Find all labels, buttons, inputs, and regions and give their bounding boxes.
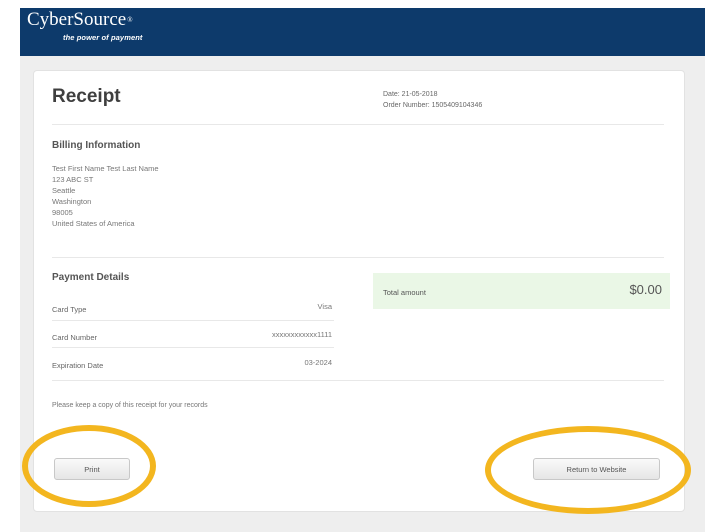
- receipt-note: Please keep a copy of this receipt for y…: [52, 402, 208, 409]
- receipt-date: Date: 21-05-2018: [383, 91, 438, 98]
- payment-title: Payment Details: [52, 272, 130, 283]
- expiration-label: Expiration Date: [52, 361, 104, 370]
- divider: [52, 124, 664, 125]
- billing-line: 98005: [52, 208, 73, 217]
- expiration-value: 03-2024: [304, 358, 332, 367]
- total-amount: $0.00: [629, 282, 662, 297]
- brand-registered-mark: ®: [127, 16, 133, 24]
- brand-tagline: the power of payment: [63, 33, 143, 42]
- page-title: Receipt: [52, 86, 121, 107]
- billing-line: United States of America: [52, 219, 135, 228]
- billing-line: Washington: [52, 197, 92, 206]
- card-number-label: Card Number: [52, 333, 98, 342]
- total-label: Total amount: [383, 288, 426, 297]
- total-amount-box: Total amount $0.00: [373, 273, 670, 309]
- billing-line: 123 ABC ST: [52, 175, 94, 184]
- billing-line: Seattle: [52, 186, 76, 195]
- card-number-value: xxxxxxxxxxxx1111: [271, 330, 332, 339]
- card-type-value: Visa: [317, 302, 332, 311]
- brand-logo: CyberSource®: [27, 10, 133, 30]
- order-number: Order Number: 1505409104346: [383, 102, 483, 109]
- billing-title: Billing Information: [52, 140, 141, 151]
- billing-address: Test First Name Test Last Name 123 ABC S…: [52, 163, 159, 229]
- brand-name: CyberSource: [27, 9, 127, 30]
- row-divider: [52, 347, 334, 348]
- billing-line: Test First Name Test Last Name: [52, 164, 159, 173]
- divider: [52, 257, 664, 258]
- row-divider: [52, 320, 334, 321]
- print-button[interactable]: Print: [54, 458, 130, 480]
- card-type-label: Card Type: [52, 305, 87, 314]
- divider: [52, 380, 664, 381]
- return-to-website-button[interactable]: Return to Website: [533, 458, 660, 480]
